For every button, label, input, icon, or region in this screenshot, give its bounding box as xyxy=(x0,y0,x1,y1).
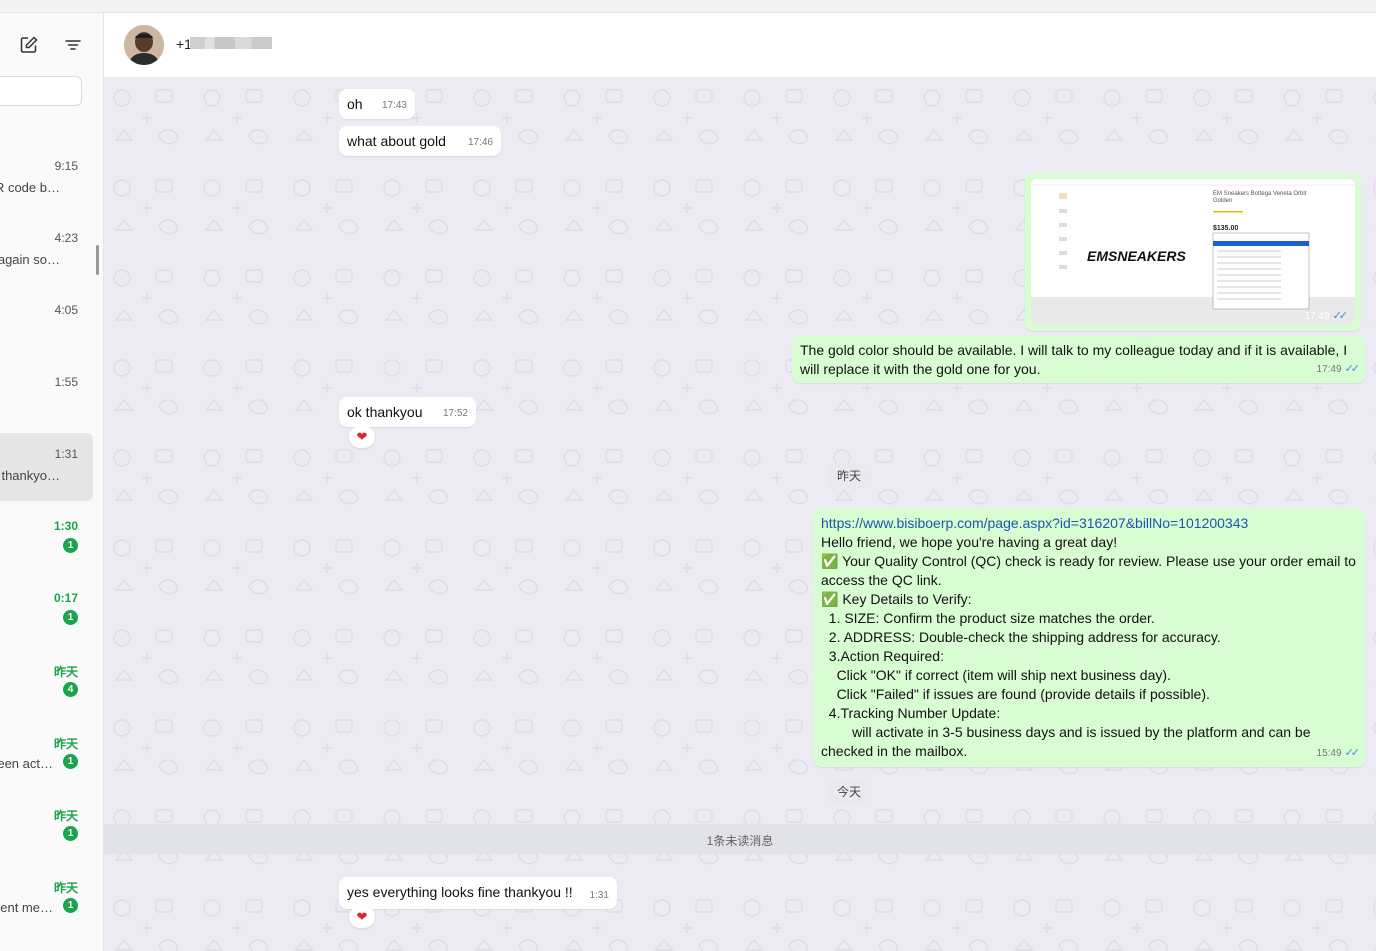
chat-time: 4:05 xyxy=(54,303,78,317)
message-line: 4.Tracking Number Update: xyxy=(821,705,1001,721)
date-divider: 今天 xyxy=(827,780,872,804)
message-incoming[interactable]: oh 17:43 xyxy=(339,89,415,119)
search-input[interactable] xyxy=(0,76,82,106)
message-text: yes everything looks fine thankyou !! xyxy=(347,884,573,900)
unread-badge: 1 xyxy=(63,538,78,553)
chat-time: 9:15 xyxy=(54,159,78,173)
message-line: 3.Action Required: xyxy=(821,648,944,664)
message-line: Click "Failed" if issues are found (prov… xyxy=(821,686,1210,702)
message-text: ok thankyou xyxy=(347,404,423,420)
message-text: oh xyxy=(347,96,363,112)
unread-badge: 1 xyxy=(63,610,78,625)
redacted-phone-number xyxy=(190,37,272,49)
conversation-header: +1 xyxy=(104,13,1376,78)
chat-time: 1:55 xyxy=(54,375,78,389)
product-screenshot-image[interactable]: EMSNEAKERS EM Sneakers Bottega Veneta Or… xyxy=(1031,179,1355,325)
read-receipt-icon: ✓✓ xyxy=(1344,363,1361,375)
message-text: what about gold xyxy=(347,133,446,149)
chat-time: 昨天 xyxy=(53,737,78,751)
chat-list-item[interactable]: 9:15 R code b… xyxy=(0,159,93,227)
chat-list-item[interactable]: 4:05 xyxy=(0,303,93,371)
chat-time: 昨天 xyxy=(53,881,78,895)
unread-badge: 4 xyxy=(63,682,78,697)
message-incoming[interactable]: yes everything looks fine thankyou !! 1:… xyxy=(339,877,617,909)
sidebar-scrollbar[interactable] xyxy=(96,245,99,275)
brand-logo-text: EMSNEAKERS xyxy=(1087,248,1186,264)
chat-list-item[interactable]: 0:17 1 xyxy=(0,591,93,659)
read-receipt-icon: ✓✓ xyxy=(1332,310,1349,322)
product-price: $135.00 xyxy=(1213,225,1239,232)
message-line: 1. SIZE: Confirm the product size matche… xyxy=(821,610,1155,626)
message-time: 17:49 ✓✓ xyxy=(1316,363,1361,375)
chat-list-sidebar: 9:15 R code b… 4:23 again so… 4:05 1:55 1:31 th… xyxy=(0,13,104,951)
chat-preview: een act… xyxy=(0,756,53,771)
message-incoming[interactable]: ok thankyou 17:52 xyxy=(339,397,476,427)
message-outgoing-image[interactable]: EMSNEAKERS EM Sneakers Bottega Veneta Or… xyxy=(1025,173,1361,331)
message-line: ✅ Your Quality Control (QC) check is rea… xyxy=(821,553,1360,588)
read-receipt-icon: ✓✓ xyxy=(1344,747,1361,759)
qc-link[interactable]: https://www.bisiboerp.com/page.aspx?id=3… xyxy=(821,514,1357,533)
unread-badge: 1 xyxy=(63,826,78,841)
chat-list-item[interactable]: 昨天 een act… 1 xyxy=(0,735,93,803)
message-line: ✅ Key Details to Verify: xyxy=(821,591,972,607)
chat-list-item[interactable]: 1:30 1 xyxy=(0,519,93,587)
product-title: EM Sneakers Bottega Veneta Orbit Golden xyxy=(1213,191,1307,204)
message-line: Click "OK" if correct (item will ship ne… xyxy=(821,667,1171,683)
message-line: will activate in 3-5 business days and i… xyxy=(821,724,1315,759)
message-text: The gold color should be available. I wi… xyxy=(800,342,1348,377)
chat-list-item[interactable]: 昨天 1 xyxy=(0,807,93,875)
filter-icon[interactable] xyxy=(63,35,83,55)
unread-badge: 1 xyxy=(63,898,78,913)
avatar[interactable] xyxy=(124,25,164,65)
date-divider: 昨天 xyxy=(827,464,872,488)
message-time: 17:46 xyxy=(467,137,493,148)
message-time: 1:31 xyxy=(589,890,609,901)
message-time: 17:49 ✓✓ xyxy=(1304,310,1349,322)
unread-badge: 1 xyxy=(63,754,78,769)
chat-time: 1:30 xyxy=(53,519,78,533)
new-chat-icon[interactable] xyxy=(19,35,39,55)
chat-preview: again so… xyxy=(0,252,60,267)
message-text: Hello friend, we hope you're having a gr… xyxy=(821,533,1357,761)
chat-list-item[interactable]: 1:31 thankyo… xyxy=(0,433,93,501)
message-outgoing[interactable]: The gold color should be available. I wi… xyxy=(792,336,1365,383)
chat-preview: thankyo… xyxy=(1,468,60,483)
heart-reaction-icon[interactable]: ❤ xyxy=(349,906,375,928)
chat-time: 昨天 xyxy=(53,809,78,823)
unread-count-label: 1条未读消息 xyxy=(706,834,774,848)
message-time: 17:43 xyxy=(381,100,407,111)
message-panel: oh 17:43 what about gold 17:46 EMSNEAKER… xyxy=(104,78,1376,951)
chat-preview: ent me… xyxy=(0,900,53,915)
chat-time: 0:17 xyxy=(53,591,78,605)
message-time: 15:49 ✓✓ xyxy=(1316,747,1361,759)
message-outgoing-qc-notice[interactable]: https://www.bisiboerp.com/page.aspx?id=3… xyxy=(813,508,1365,767)
heart-reaction-icon[interactable]: ❤ xyxy=(349,426,375,448)
message-line: 2. ADDRESS: Double-check the shipping ad… xyxy=(821,629,1221,645)
chat-time: 4:23 xyxy=(54,231,78,245)
message-time: 17:52 xyxy=(442,408,468,419)
chat-preview: R code b… xyxy=(0,180,60,195)
message-incoming[interactable]: what about gold 17:46 xyxy=(339,126,501,156)
window-top-strip xyxy=(0,0,1376,13)
chat-time: 昨天 xyxy=(53,665,78,679)
chat-list-item[interactable]: 4:23 again so… xyxy=(0,231,93,299)
unread-divider: 1条未读消息 xyxy=(104,824,1376,854)
chat-time: 1:31 xyxy=(54,447,78,461)
chat-list-item[interactable]: 昨天 ent me… 1 xyxy=(0,879,93,947)
message-line: Hello friend, we hope you're having a gr… xyxy=(821,534,1118,550)
chat-list-item[interactable]: 昨天 4 xyxy=(0,663,93,731)
